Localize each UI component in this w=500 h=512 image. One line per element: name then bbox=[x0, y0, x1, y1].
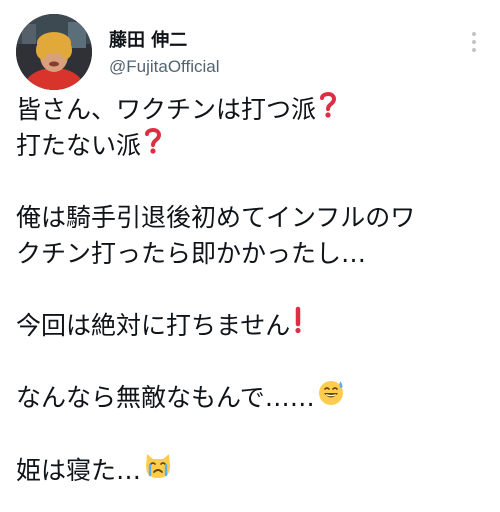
red-question-mark-icon bbox=[318, 90, 338, 128]
tweet-header: 藤田 伸二 @FujitaOfficial bbox=[16, 14, 486, 90]
tweet-line-text: 打たない派 bbox=[16, 131, 142, 160]
tweet-line: クチン打ったら即かかったし… bbox=[16, 239, 367, 268]
grinning-face-with-sweat-icon bbox=[317, 378, 345, 416]
crying-cat-face-icon bbox=[143, 450, 173, 490]
tweet-card: 藤田 伸二 @FujitaOfficial 皆さん、ワクチンは打つ派 打たない派… bbox=[0, 0, 500, 512]
tweet-line: 打たない派 bbox=[16, 128, 486, 164]
tweet-text: 皆さん、ワクチンは打つ派 打たない派 俺は騎手引退後初めてインフルのワ クチン打… bbox=[16, 92, 486, 488]
avatar[interactable] bbox=[16, 14, 92, 90]
tweet-line: 俺は騎手引退後初めてインフルのワ bbox=[16, 203, 416, 232]
more-options-icon[interactable] bbox=[470, 32, 478, 56]
tweet-line: 皆さん、ワクチンは打つ派 bbox=[16, 92, 486, 128]
tweet-line-text: 今回は絶対に打ちません bbox=[16, 311, 291, 340]
user-names: 藤田 伸二 @FujitaOfficial bbox=[109, 30, 219, 77]
display-name[interactable]: 藤田 伸二 bbox=[109, 30, 219, 52]
user-handle[interactable]: @FujitaOfficial bbox=[109, 57, 219, 77]
tweet-line-text: なんなら無敵なもんで…… bbox=[16, 383, 315, 412]
tweet-line: 今回は絶対に打ちません bbox=[16, 306, 486, 344]
tweet-line: なんなら無敵なもんで…… bbox=[16, 380, 486, 416]
tweet-line-text: 姫は寝た… bbox=[16, 456, 142, 485]
red-exclamation-mark-icon bbox=[292, 306, 304, 344]
tweet-line: 姫は寝た… bbox=[16, 452, 486, 488]
avatar-image bbox=[16, 14, 92, 90]
red-question-mark-icon bbox=[143, 126, 163, 164]
tweet-line-text: 皆さん、ワクチンは打つ派 bbox=[16, 95, 317, 124]
